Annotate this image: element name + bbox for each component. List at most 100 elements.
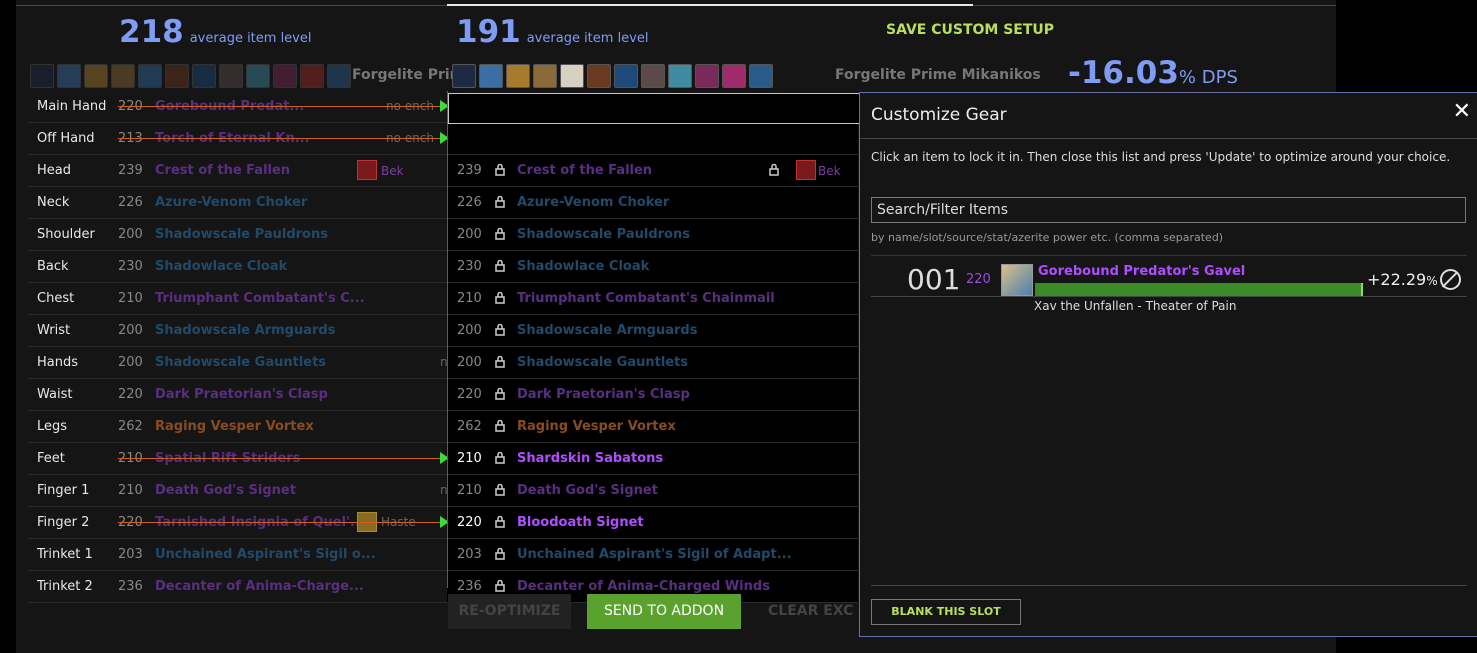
dps-value: -16.03 xyxy=(1068,55,1179,91)
panel-title: Customize Gear xyxy=(871,105,1007,125)
gear-slot-icon xyxy=(84,64,108,88)
gear-row-waist[interactable]: Waist 220 Dark Praetorian's Clasp 220 Da… xyxy=(28,379,858,411)
item-name[interactable]: Azure-Venom Choker xyxy=(155,195,307,210)
search-hint: by name/slot/source/stat/azerite power e… xyxy=(871,231,1224,244)
item-name[interactable]: Shadowlace Cloak xyxy=(517,259,649,274)
item-name[interactable]: Shadowscale Pauldrons xyxy=(517,227,690,242)
lock-icon[interactable] xyxy=(495,387,505,400)
item-level: 262 xyxy=(457,419,482,434)
item-name[interactable]: Crest of the Fallen xyxy=(517,163,652,178)
lock-icon[interactable] xyxy=(495,259,505,272)
slot-label: Head xyxy=(37,163,71,178)
right-cell[interactable]: 226 Azure-Venom Choker xyxy=(447,187,858,218)
gear-row-finger-1[interactable]: Finger 1 210 Death God's Signet n 210 De… xyxy=(28,475,858,507)
gear-row-wrist[interactable]: Wrist 200 Shadowscale Armguards 200 Shad… xyxy=(28,315,858,347)
clear-exclusions-button[interactable]: CLEAR EXC xyxy=(768,594,858,629)
right-cell[interactable]: 200 Shadowscale Pauldrons xyxy=(447,219,858,250)
item-name[interactable]: Decanter of Anima-Charged Winds xyxy=(517,579,770,594)
gear-row-off-hand[interactable]: Off Hand 213 Torch of Eternal Kn... no e… xyxy=(28,123,858,155)
gear-row-neck[interactable]: Neck 226 Azure-Venom Choker 226 Azure-Ve… xyxy=(28,187,858,219)
gear-slot-icon xyxy=(273,64,297,88)
lock-icon[interactable] xyxy=(495,323,505,336)
right-cell[interactable]: 220 Bloodoath Signet xyxy=(447,507,858,538)
lock-icon[interactable] xyxy=(495,355,505,368)
item-name[interactable]: Shadowscale Armguards xyxy=(155,323,335,338)
lock-icon[interactable] xyxy=(495,451,505,464)
item-name[interactable]: Decanter of Anima-Charge... xyxy=(155,579,364,594)
exclude-icon[interactable] xyxy=(1440,269,1461,290)
reoptimize-button[interactable]: RE-OPTIMIZE xyxy=(448,594,571,629)
slot-label: Feet xyxy=(37,451,65,466)
item-name[interactable]: Shadowlace Cloak xyxy=(155,259,287,274)
item-name[interactable]: Crest of the Fallen xyxy=(155,163,290,178)
gear-row-head[interactable]: Head 239 Crest of the Fallen Bek 239 Cre… xyxy=(28,155,858,187)
lock-icon[interactable] xyxy=(495,163,505,176)
lock-icon[interactable] xyxy=(769,163,779,176)
right-cell[interactable]: 262 Raging Vesper Vortex xyxy=(447,411,858,442)
lock-icon[interactable] xyxy=(495,483,505,496)
selected-slot-cell[interactable] xyxy=(448,93,860,124)
right-cell[interactable]: 200 Shadowscale Gauntlets xyxy=(447,347,858,378)
right-cell[interactable]: 203 Unchained Aspirant's Sigil of Adapt.… xyxy=(447,539,858,570)
item-name[interactable]: Bloodoath Signet xyxy=(517,515,644,530)
gear-row-hands[interactable]: Hands 200 Shadowscale Gauntlets n 200 Sh… xyxy=(28,347,858,379)
item-name[interactable]: Shardskin Sabatons xyxy=(517,451,663,466)
slot-label: Legs xyxy=(37,419,68,434)
right-cell[interactable]: 210 Triumphant Combatant's Chainmail xyxy=(447,283,858,314)
lock-icon[interactable] xyxy=(495,547,505,560)
right-cell[interactable]: 210 Shardskin Sabatons xyxy=(447,443,858,474)
dps-unit: % DPS xyxy=(1178,67,1238,88)
left-average-ilvl: 218 average item level xyxy=(119,14,312,57)
item-name[interactable]: Shadowscale Gauntlets xyxy=(155,355,326,370)
lock-icon[interactable] xyxy=(495,291,505,304)
item-name[interactable]: Unchained Aspirant's Sigil of Adapt... xyxy=(517,547,792,562)
gear-row-back[interactable]: Back 230 Shadowlace Cloak 230 Shadowlace… xyxy=(28,251,858,283)
lock-icon[interactable] xyxy=(495,227,505,240)
blank-this-slot-button[interactable]: BLANK THIS SLOT xyxy=(871,599,1021,625)
gear-row-legs[interactable]: Legs 262 Raging Vesper Vortex 262 Raging… xyxy=(28,411,858,443)
search-filter-input[interactable] xyxy=(871,197,1466,223)
column-divider xyxy=(447,91,448,588)
gear-slot-icon xyxy=(192,64,216,88)
divider xyxy=(860,138,1477,139)
gear-slot-icon xyxy=(111,64,135,88)
close-icon[interactable]: ✕ xyxy=(1453,99,1471,124)
right-cell[interactable]: 220 Dark Praetorian's Clasp xyxy=(447,379,858,410)
send-to-addon-button[interactable]: SEND TO ADDON xyxy=(587,594,741,629)
result-item-name[interactable]: Gorebound Predator's Gavel xyxy=(1038,264,1245,279)
right-cell[interactable]: 239 Crest of the Fallen Bek xyxy=(447,155,858,186)
gear-row-chest[interactable]: Chest 210 Triumphant Combatant's C... 21… xyxy=(28,283,858,315)
item-name[interactable]: Triumphant Combatant's Chainmail xyxy=(517,291,775,306)
gear-rows: Main Hand 220 Gorebound Predat... no enc… xyxy=(28,91,858,603)
lock-icon[interactable] xyxy=(495,515,505,528)
item-name[interactable]: Raging Vesper Vortex xyxy=(155,419,314,434)
slot-label: Trinket 1 xyxy=(37,547,93,562)
item-name[interactable]: Raging Vesper Vortex xyxy=(517,419,676,434)
item-level: 200 xyxy=(457,227,482,242)
lock-icon[interactable] xyxy=(495,419,505,432)
right-cell[interactable]: 230 Shadowlace Cloak xyxy=(447,251,858,282)
gear-slot-icon xyxy=(695,64,719,88)
gear-row-feet[interactable]: Feet 210 Spatial Rift Striders 210 Shard… xyxy=(28,443,858,475)
item-name[interactable]: Triumphant Combatant's C... xyxy=(155,291,365,306)
item-name[interactable]: Shadowscale Pauldrons xyxy=(155,227,328,242)
item-name[interactable]: Unchained Aspirant's Sigil o... xyxy=(155,547,376,562)
slot-label: Trinket 2 xyxy=(37,579,93,594)
gear-row-shoulder[interactable]: Shoulder 200 Shadowscale Pauldrons 200 S… xyxy=(28,219,858,251)
item-name[interactable]: Azure-Venom Choker xyxy=(517,195,669,210)
item-name[interactable]: Dark Praetorian's Clasp xyxy=(517,387,690,402)
lock-icon[interactable] xyxy=(495,195,505,208)
item-name[interactable]: Shadowscale Gauntlets xyxy=(517,355,688,370)
gear-row-trinket-1[interactable]: Trinket 1 203 Unchained Aspirant's Sigil… xyxy=(28,539,858,571)
lock-icon[interactable] xyxy=(495,579,505,592)
replace-arrow xyxy=(118,138,440,139)
right-cell[interactable]: 200 Shadowscale Armguards xyxy=(447,315,858,346)
item-name[interactable]: Shadowscale Armguards xyxy=(517,323,697,338)
item-name[interactable]: Death God's Signet xyxy=(155,483,296,498)
save-custom-setup-button[interactable]: SAVE CUSTOM SETUP xyxy=(886,22,1054,38)
item-name[interactable]: Death God's Signet xyxy=(517,483,658,498)
item-name[interactable]: Dark Praetorian's Clasp xyxy=(155,387,328,402)
result-item-row[interactable]: 001 220 Gorebound Predator's Gavel +22.2… xyxy=(871,257,1467,297)
gear-row-finger-2[interactable]: Finger 2 220 Tarnished Insignia of Quel'… xyxy=(28,507,858,539)
right-cell[interactable]: 210 Death God's Signet xyxy=(447,475,858,506)
